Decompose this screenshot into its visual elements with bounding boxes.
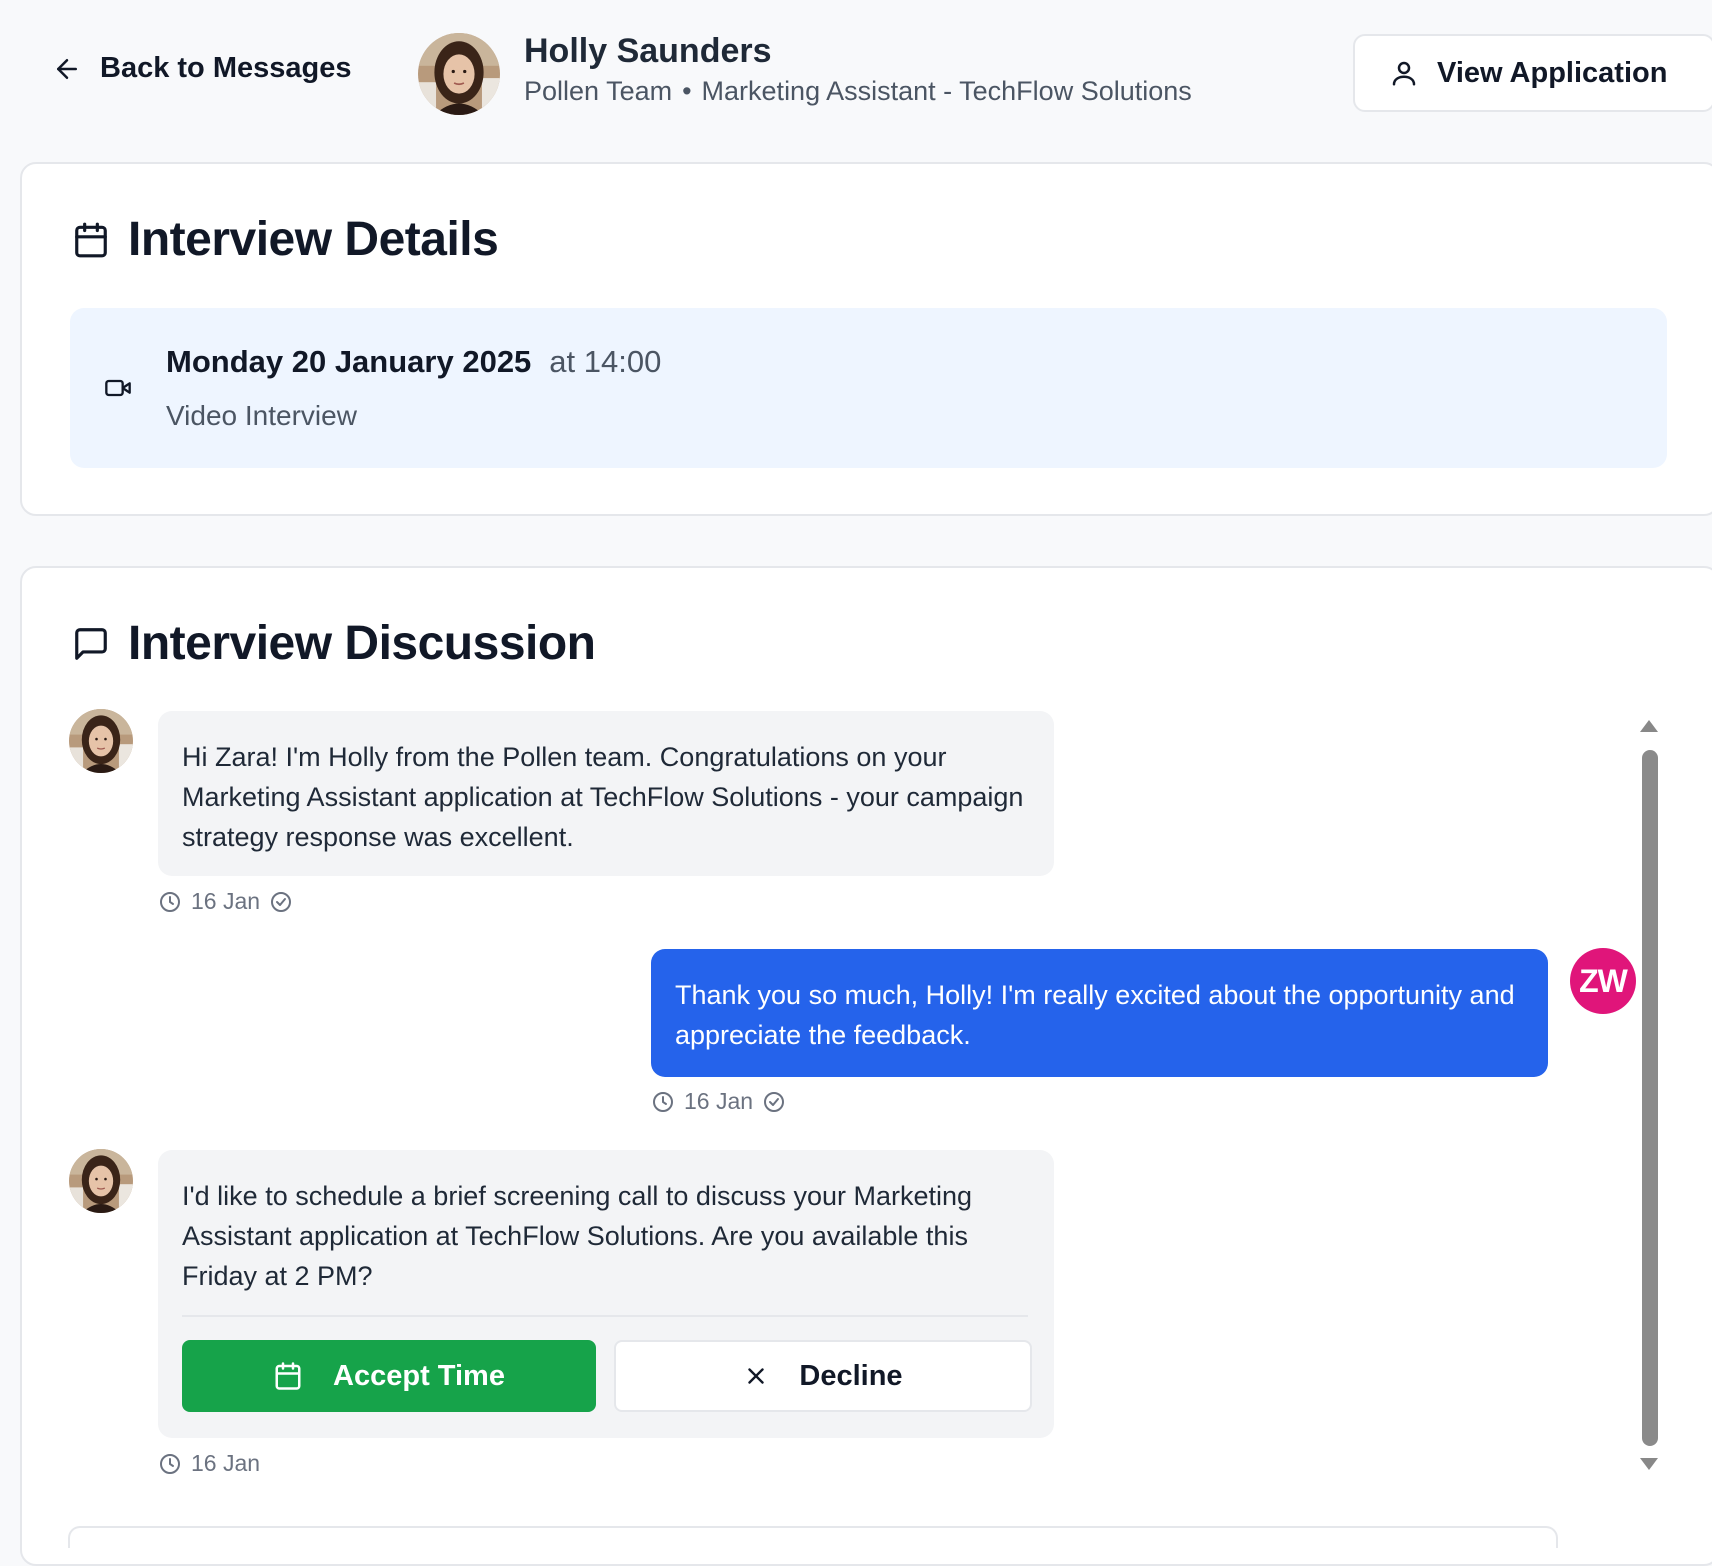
decline-label: Decline — [799, 1360, 903, 1392]
read-check-icon — [764, 1091, 785, 1112]
clock-icon — [653, 1091, 673, 1112]
clock-icon — [160, 1453, 180, 1474]
scroll-thumb[interactable] — [1642, 750, 1658, 1446]
back-to-messages-link[interactable]: Back to Messages — [52, 52, 351, 85]
view-application-button[interactable]: View Application — [1353, 34, 1712, 112]
read-check-icon — [271, 891, 292, 912]
job-role: Marketing Assistant - TechFlow Solutions — [701, 76, 1192, 106]
message-bubble-outgoing: Thank you so much, Holly! I'm really exc… — [651, 949, 1548, 1077]
message-date: 16 Jan — [191, 888, 261, 914]
clock-icon — [160, 891, 180, 912]
interview-datetime: Monday 20 January 2025 at 14:00 — [166, 344, 661, 380]
video-camera-icon — [105, 379, 131, 397]
close-icon — [748, 1368, 765, 1384]
message-divider — [182, 1315, 1028, 1317]
accept-time-button[interactable]: Accept Time — [182, 1340, 596, 1412]
interview-details-heading: Interview Details — [72, 212, 499, 267]
message-date: 16 Jan — [191, 1450, 261, 1476]
recruiter-avatar — [418, 33, 500, 115]
interview-type: Video Interview — [166, 400, 357, 431]
recruiter-name: Holly Saunders — [524, 32, 772, 70]
sender-avatar — [69, 1149, 133, 1213]
page-header: Back to Messages Holly Saunders Pollen T… — [0, 0, 1712, 150]
arrow-left-icon — [57, 58, 77, 79]
back-to-messages-label: Back to Messages — [100, 52, 352, 84]
accept-time-label: Accept Time — [333, 1360, 505, 1392]
message-text: I'd like to schedule a brief screening c… — [182, 1181, 973, 1291]
interview-details-card: Interview Details Monday 20 January 2025… — [20, 162, 1712, 516]
user-icon — [1392, 61, 1416, 86]
sender-avatar — [69, 709, 133, 773]
calendar-icon — [275, 1362, 301, 1390]
messages-scrollbar[interactable] — [1636, 712, 1662, 1476]
message-meta: 16 Jan — [651, 1088, 786, 1115]
interview-time: at 14:00 — [549, 344, 662, 379]
interview-details-title: Interview Details — [128, 213, 499, 266]
decline-button[interactable]: Decline — [614, 1340, 1032, 1412]
interview-discussion-heading: Interview Discussion — [72, 616, 596, 671]
message-bubble-incoming: Hi Zara! I'm Holly from the Pollen team.… — [158, 711, 1054, 876]
message-bubble-incoming: I'd like to schedule a brief screening c… — [158, 1150, 1054, 1438]
subtitle-separator: • — [682, 76, 692, 106]
view-application-label: View Application — [1437, 56, 1668, 89]
message-square-icon — [75, 627, 107, 660]
message-text: Hi Zara! I'm Holly from the Pollen team.… — [182, 742, 1024, 852]
message-date: 16 Jan — [684, 1088, 754, 1114]
scroll-down-arrow-icon[interactable] — [1640, 1458, 1658, 1470]
interview-date: Monday 20 January 2025 — [166, 344, 532, 379]
recruiter-subtitle: Pollen Team • Marketing Assistant - Tech… — [524, 76, 1192, 107]
user-avatar: ZW — [1570, 948, 1636, 1014]
message-text: Thank you so much, Holly! I'm really exc… — [675, 980, 1515, 1050]
interview-date-box: Monday 20 January 2025 at 14:00 Video In… — [70, 308, 1667, 468]
message-composer[interactable] — [68, 1526, 1558, 1548]
scroll-up-arrow-icon[interactable] — [1640, 720, 1658, 732]
interview-discussion-title: Interview Discussion — [128, 617, 596, 670]
message-meta: 16 Jan — [158, 1450, 260, 1477]
message-meta: 16 Jan — [158, 888, 293, 915]
team-name: Pollen Team — [524, 76, 673, 106]
calendar-icon — [75, 222, 107, 257]
